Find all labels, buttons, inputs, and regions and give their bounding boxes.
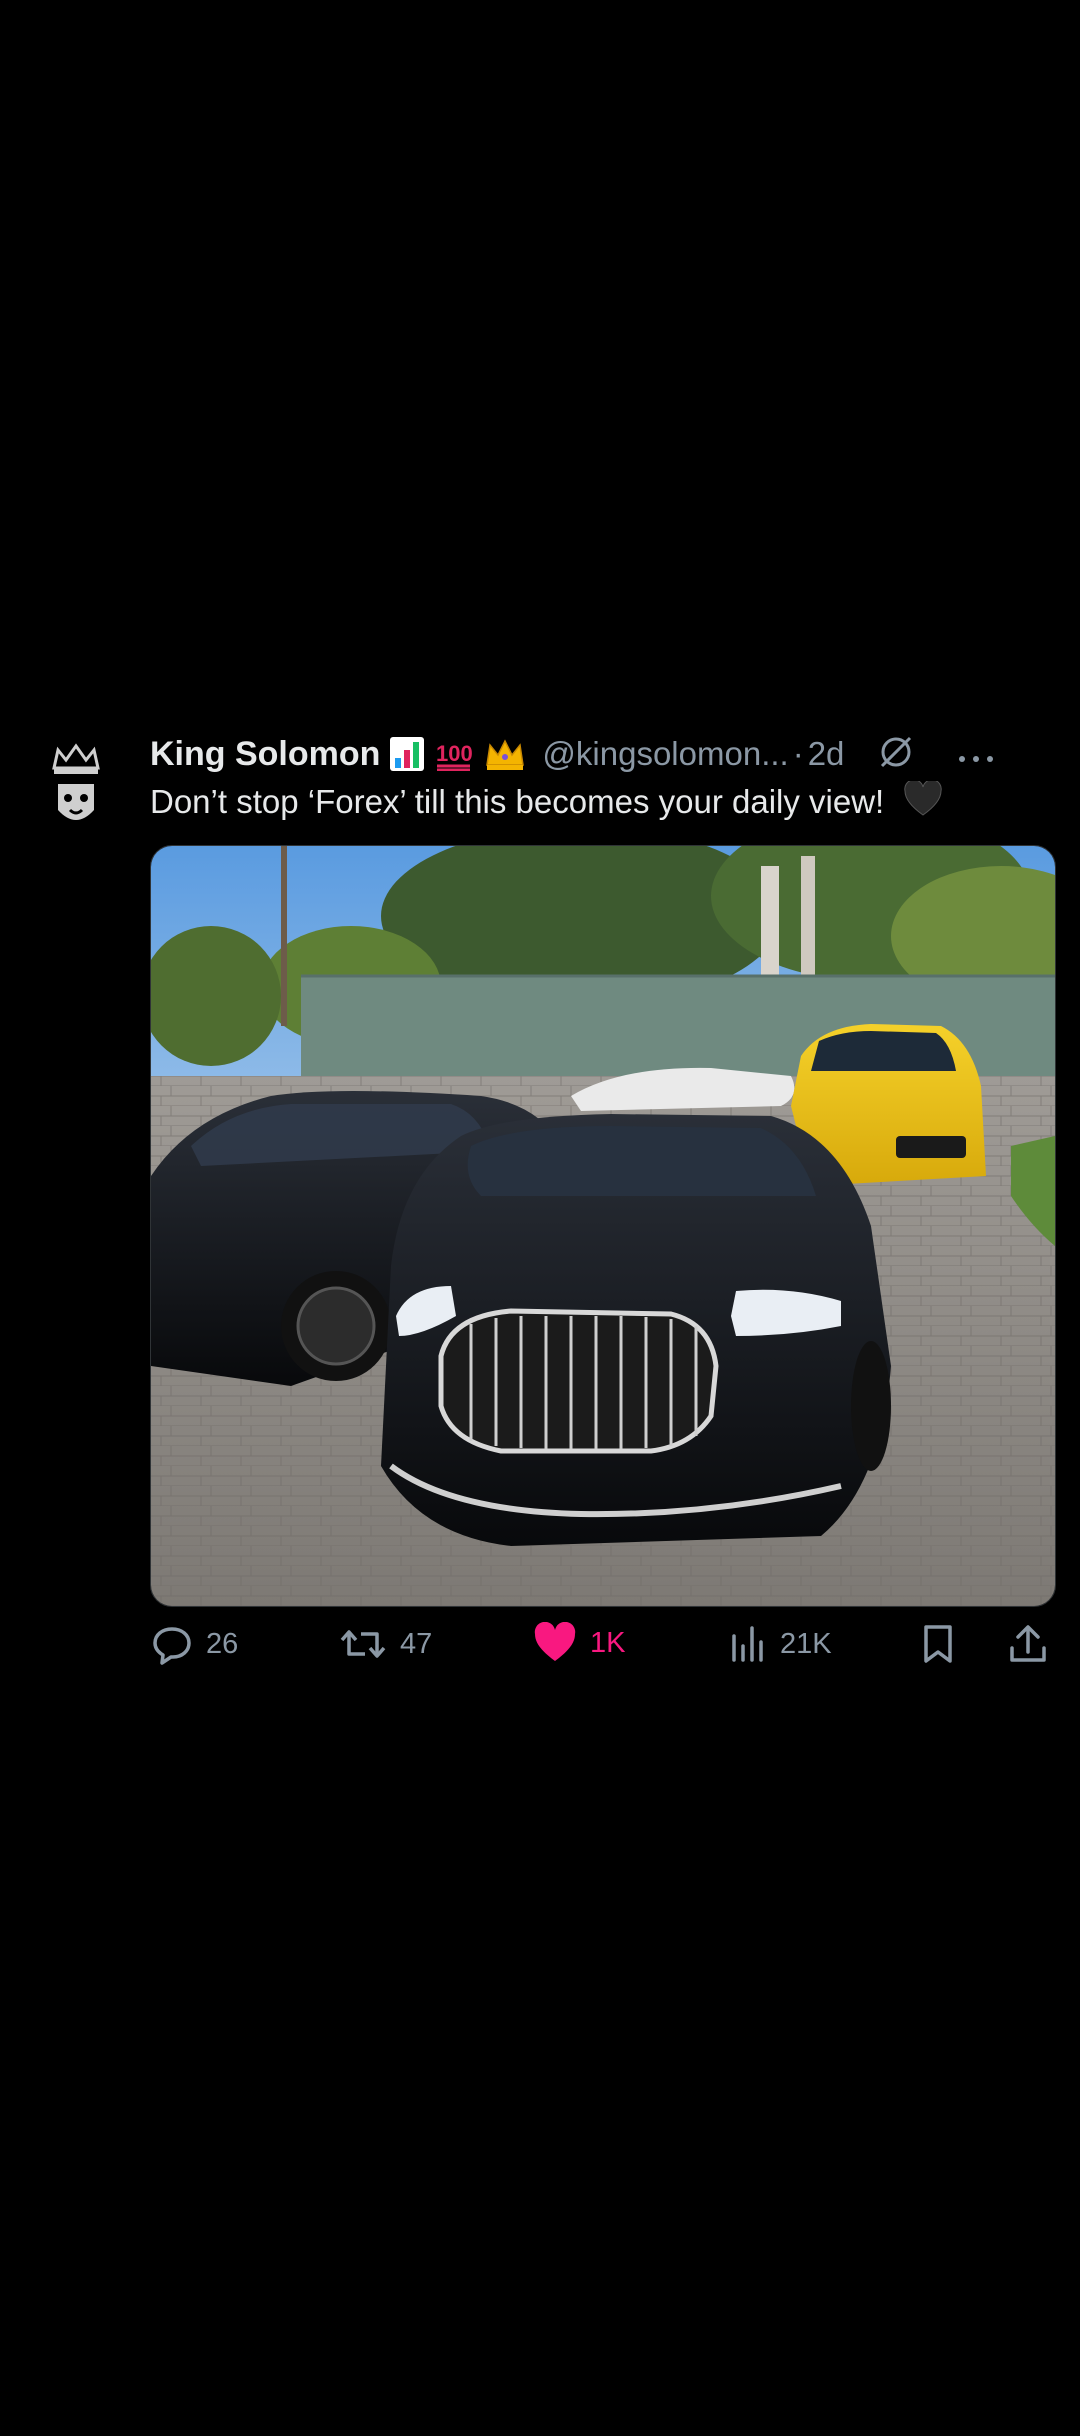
views-icon [728,1622,768,1666]
display-name[interactable]: King Solomon [150,735,380,774]
like-count: 1K [590,1626,626,1659]
grok-icon[interactable] [876,732,916,777]
bookmark-icon [918,1622,958,1666]
repost-button[interactable]: 47 [338,1622,432,1666]
repost-count: 47 [400,1627,433,1660]
repost-icon [338,1622,388,1666]
bookmark-button[interactable] [918,1622,958,1666]
heart-icon [532,1622,578,1664]
views-count: 21K [780,1627,832,1660]
user-handle[interactable]: @kingsolomon... [542,735,788,773]
svg-text:100: 100 [436,741,473,766]
reply-icon [150,1622,194,1666]
tweet-image[interactable] [150,845,1056,1607]
tweet[interactable]: King Solomon 100 @kingsolomon... · 2d Do… [0,720,1080,1680]
tweet-text: Don’t stop ‘Forex’ till this becomes you… [150,779,1050,828]
tweet-header: King Solomon 100 @kingsolomon... · 2d [150,730,1060,778]
tweet-actions: 26 47 1K 21K [150,1622,1054,1672]
views-button[interactable]: 21K [728,1622,832,1666]
avatar[interactable] [48,740,104,850]
separator: · [792,735,804,772]
black-heart-emoji [903,779,943,828]
tweet-text-content: Don’t stop ‘Forex’ till this becomes you… [150,783,885,820]
chart-increasing-emoji [390,737,425,771]
more-options-icon[interactable] [956,735,996,774]
hundred-points-emoji: 100 [434,737,474,771]
timestamp[interactable]: 2d [808,735,845,773]
crown-emoji [484,737,526,771]
reply-count: 26 [206,1627,239,1660]
reply-button[interactable]: 26 [150,1622,238,1666]
share-icon [1006,1622,1050,1666]
like-button[interactable]: 1K [532,1622,625,1664]
share-button[interactable] [1006,1622,1050,1666]
